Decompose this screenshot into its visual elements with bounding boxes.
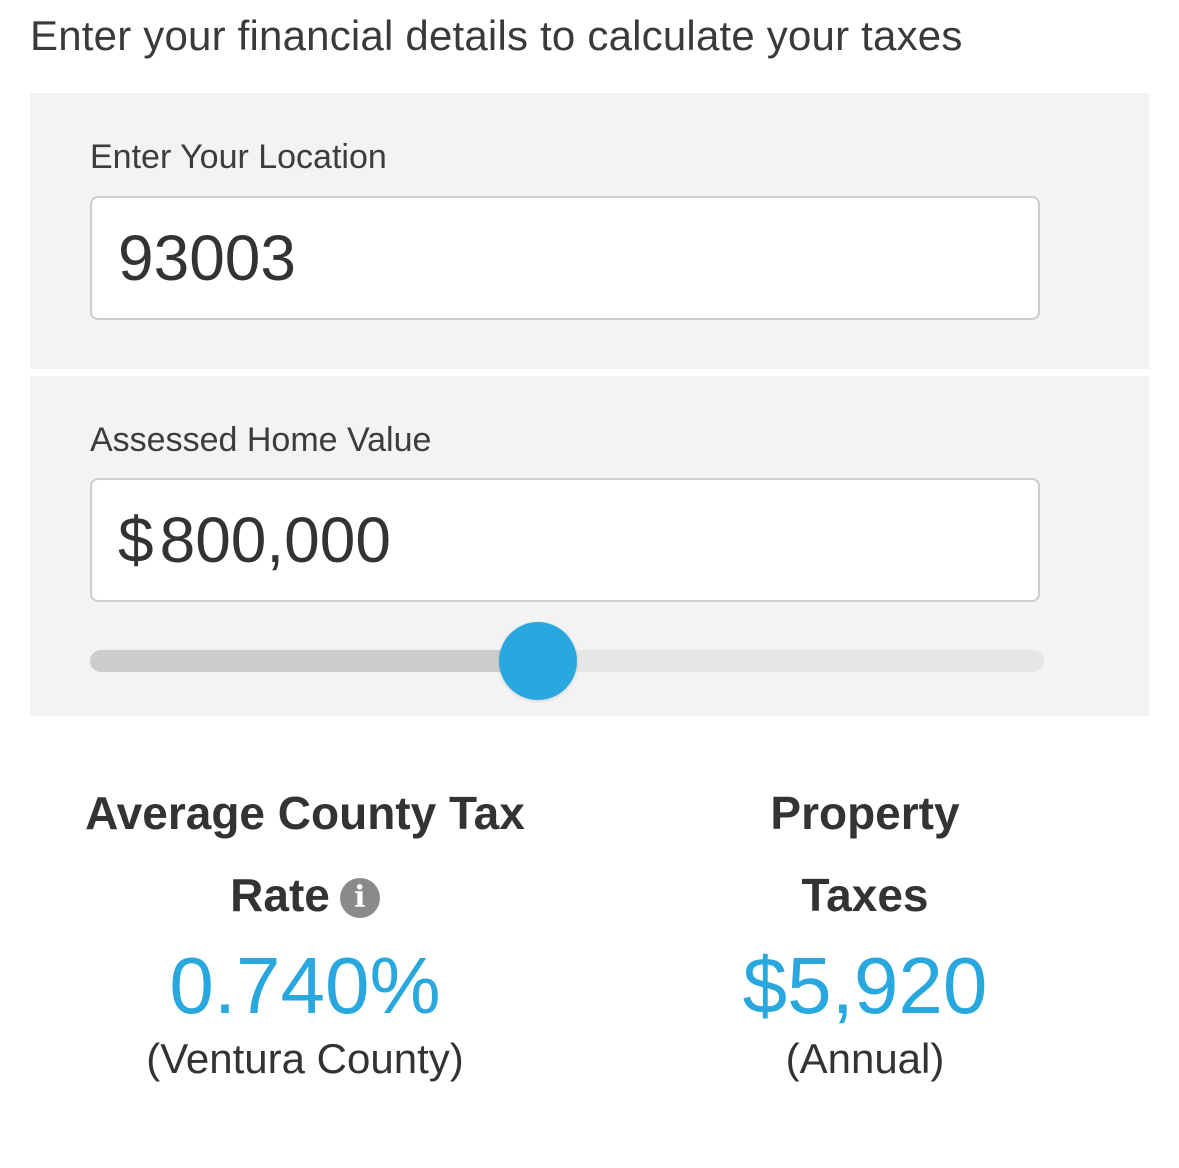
- property-taxes-result: Property Taxes $5,920 (Annual): [620, 772, 1110, 1084]
- slider-fill: [90, 650, 539, 672]
- property-taxes-period: (Annual): [785, 1035, 945, 1082]
- location-label: Enter Your Location: [90, 138, 387, 176]
- home-value-slider[interactable]: [90, 622, 1044, 700]
- location-input[interactable]: 93003: [90, 196, 1040, 320]
- tax-calculator: Enter your financial details to calculat…: [0, 0, 1179, 1168]
- tax-rate-title: Average County Tax Rate i: [40, 772, 570, 936]
- location-value: 93003: [118, 222, 296, 294]
- home-value-amount: 800,000: [159, 504, 391, 576]
- tax-rate-title-line1: Average County Tax: [85, 787, 525, 839]
- location-panel: Enter Your Location 93003: [30, 93, 1149, 369]
- tax-rate-result: Average County Tax Rate i 0.740% (Ventura…: [40, 772, 570, 1084]
- info-icon[interactable]: i: [339, 878, 380, 918]
- tax-rate-county: (Ventura County): [146, 1035, 464, 1082]
- slider-thumb[interactable]: [499, 622, 578, 700]
- tax-rate-value: 0.740%: [169, 941, 441, 1030]
- property-taxes-title-line1: Property: [770, 787, 960, 839]
- currency-symbol: $: [118, 504, 154, 576]
- home-value-panel: Assessed Home Value $ 800,000: [30, 376, 1149, 716]
- property-taxes-title: Property Taxes: [620, 772, 1110, 936]
- home-value-label: Assessed Home Value: [90, 421, 432, 459]
- intro-text: Enter your financial details to calculat…: [30, 12, 963, 59]
- home-value-input[interactable]: $ 800,000: [90, 478, 1040, 602]
- property-taxes-title-line2: Taxes: [801, 869, 929, 921]
- tax-rate-title-line2: Rate: [230, 869, 330, 921]
- property-taxes-value: $5,920: [742, 941, 988, 1030]
